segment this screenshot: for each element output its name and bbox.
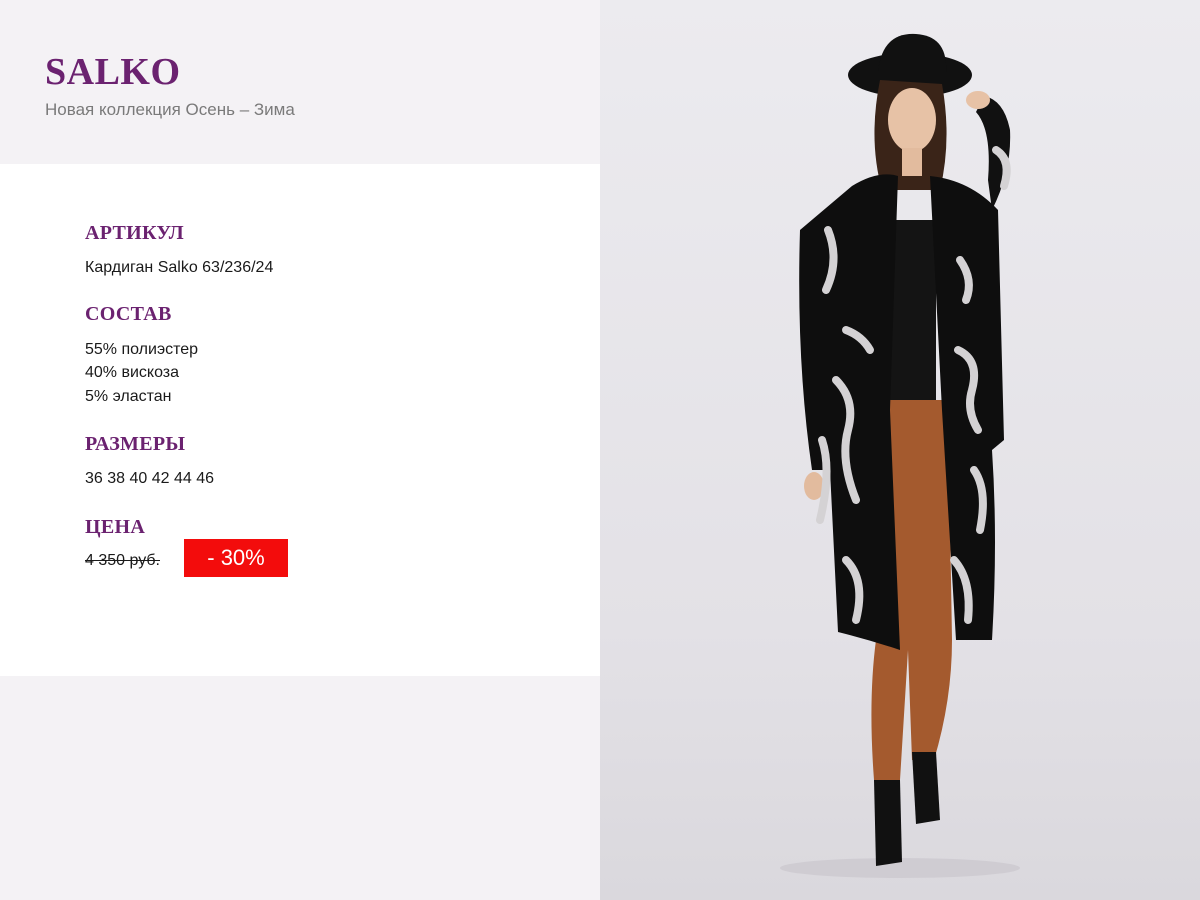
discount-badge: - 30%	[184, 539, 288, 577]
composition-item: 5% эластан	[85, 388, 172, 405]
composition-item: 40% вискоза	[85, 364, 180, 381]
product-photo	[600, 0, 1200, 900]
old-price: 4 350 руб.	[85, 552, 160, 569]
footer-panel	[0, 676, 600, 900]
price-label: ЦЕНА	[85, 516, 146, 538]
article-value: Кардиган Salko 63/236/24	[85, 259, 274, 276]
sizes-label: РАЗМЕРЫ	[85, 433, 186, 455]
composition-item: 55% полиэстер	[85, 341, 199, 358]
sizes-value: 36 38 40 42 44 46	[85, 470, 215, 487]
brand-title: SALKO	[45, 51, 181, 93]
model-illustration	[780, 33, 1020, 878]
composition-label: СОСТАВ	[85, 303, 172, 325]
article-label: АРТИКУЛ	[85, 222, 184, 244]
collection-subtitle: Новая коллекция Осень – Зима	[45, 100, 295, 119]
